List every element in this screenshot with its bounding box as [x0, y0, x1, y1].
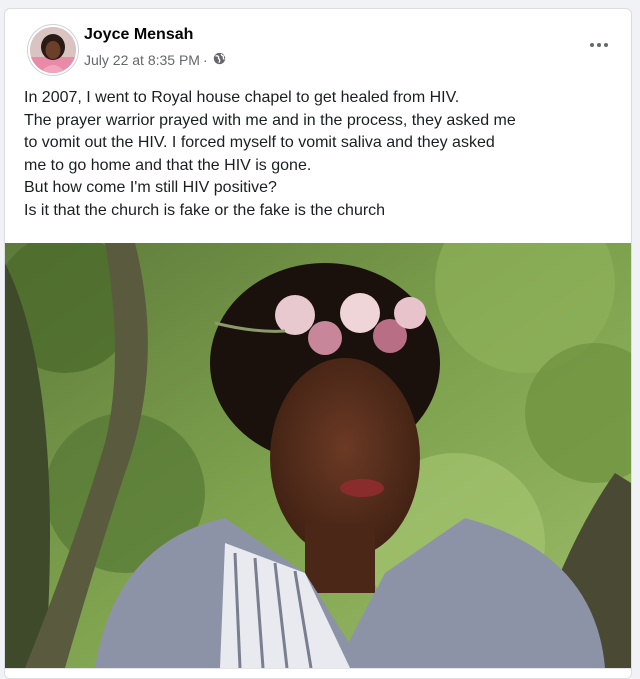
- post-meta: July 22 at 8:35 PM ·: [84, 52, 226, 68]
- post-text-line: The prayer warrior prayed with me and in…: [24, 111, 516, 129]
- author-avatar[interactable]: [28, 25, 78, 75]
- avatar-image-icon: [30, 27, 76, 73]
- post-text-line: me to go home and that the HIV is gone.: [24, 156, 312, 174]
- post-photo[interactable]: [5, 243, 631, 668]
- post-text: In 2007, I went to Royal house chapel to…: [24, 87, 614, 222]
- woman-flower-crown-photo: [5, 243, 631, 668]
- post-text-line: But how come I'm still HIV positive?: [24, 179, 277, 196]
- post-text-line: In 2007, I went to Royal house chapel to…: [24, 89, 460, 106]
- author-name[interactable]: Joyce Mensah: [84, 26, 193, 44]
- post-timestamp[interactable]: July 22 at 8:35 PM: [84, 52, 200, 68]
- post-card: Joyce Mensah July 22 at 8:35 PM · In 200…: [4, 8, 632, 679]
- more-options-icon[interactable]: [581, 33, 617, 57]
- meta-separator: ·: [202, 52, 208, 68]
- post-bottom-divider: [5, 668, 631, 678]
- post-text-line: Is it that the church is fake or the fak…: [24, 201, 386, 219]
- globe-icon[interactable]: [213, 52, 226, 68]
- post-header: Joyce Mensah July 22 at 8:35 PM ·: [5, 9, 631, 79]
- post-text-line: to vomit out the HIV. I forced myself to…: [24, 134, 495, 151]
